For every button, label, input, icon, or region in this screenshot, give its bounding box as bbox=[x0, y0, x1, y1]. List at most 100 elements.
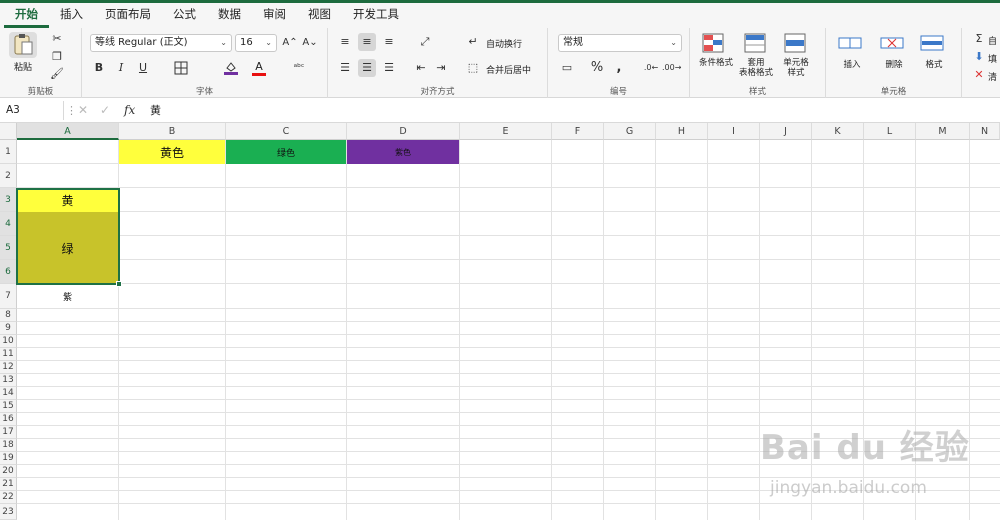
autosum-button[interactable]: 自 bbox=[988, 34, 997, 47]
row-header-3[interactable]: 3 bbox=[0, 188, 17, 212]
column-header-B[interactable]: B bbox=[119, 123, 226, 140]
formula-input[interactable]: 黄 bbox=[150, 101, 161, 120]
column-header-H[interactable]: H bbox=[656, 123, 708, 140]
copy-icon[interactable]: ❐ bbox=[48, 48, 66, 66]
align-top-icon[interactable]: ≡ bbox=[336, 33, 354, 51]
tab-formulas[interactable]: 公式 bbox=[162, 3, 207, 28]
row-header-17[interactable]: 17 bbox=[0, 426, 17, 439]
column-header-M[interactable]: M bbox=[916, 123, 970, 140]
cell-A3[interactable]: 黄 bbox=[17, 188, 118, 212]
format-as-table-icon[interactable] bbox=[744, 32, 768, 54]
row-header-11[interactable]: 11 bbox=[0, 348, 17, 361]
borders-icon[interactable] bbox=[172, 59, 190, 77]
underline-button[interactable]: U bbox=[134, 59, 152, 77]
row-header-22[interactable]: 22 bbox=[0, 491, 17, 504]
cell-styles-label-2[interactable]: 样式 bbox=[776, 68, 816, 78]
accounting-icon[interactable]: ▭ bbox=[558, 59, 576, 77]
comma-icon[interactable]: , bbox=[610, 59, 628, 77]
increase-font-icon[interactable]: A⌃ bbox=[281, 34, 299, 52]
row-header-18[interactable]: 18 bbox=[0, 439, 17, 452]
name-box[interactable]: A3 bbox=[2, 101, 64, 120]
merge-center-button[interactable]: 合并后居中 bbox=[486, 63, 531, 76]
cell-A4-A6[interactable]: 绿 bbox=[17, 212, 118, 284]
cell-A7[interactable]: 紫 bbox=[17, 284, 118, 308]
clear-button[interactable]: 清 bbox=[988, 70, 997, 83]
row-header-23[interactable]: 23 bbox=[0, 504, 17, 520]
align-left-icon[interactable]: ☰ bbox=[336, 59, 354, 77]
fill-icon[interactable]: ⬇ bbox=[970, 48, 988, 66]
row-header-6[interactable]: 6 bbox=[0, 260, 17, 284]
conditional-formatting-button[interactable]: 条件格式 bbox=[694, 58, 738, 68]
format-painter-icon[interactable]: 🖌 bbox=[48, 65, 66, 83]
cell-styles-label-1[interactable]: 单元格 bbox=[776, 58, 816, 68]
bold-button[interactable]: B bbox=[90, 59, 108, 77]
column-header-K[interactable]: K bbox=[812, 123, 864, 140]
select-all-corner[interactable] bbox=[0, 123, 17, 140]
format-as-table-label-1[interactable]: 套用 bbox=[734, 58, 778, 68]
wrap-text-button[interactable]: 自动换行 bbox=[486, 37, 522, 50]
format-as-table-label-2[interactable]: 表格格式 bbox=[734, 68, 778, 78]
cancel-icon[interactable]: ✕ bbox=[78, 101, 88, 120]
column-header-C[interactable]: C bbox=[226, 123, 347, 140]
number-format-select[interactable]: 常规 ⌄ bbox=[558, 34, 682, 52]
row-header-21[interactable]: 21 bbox=[0, 478, 17, 491]
tab-page-layout[interactable]: 页面布局 bbox=[94, 3, 162, 28]
tab-insert[interactable]: 插入 bbox=[49, 3, 94, 28]
tab-home[interactable]: 开始 bbox=[4, 3, 49, 28]
column-header-N[interactable]: N bbox=[970, 123, 1000, 140]
fill-handle[interactable] bbox=[116, 281, 122, 287]
font-color-button[interactable]: A bbox=[250, 58, 268, 76]
cell-D1[interactable]: 紫色 bbox=[347, 140, 459, 164]
row-header-19[interactable]: 19 bbox=[0, 452, 17, 465]
increase-indent-icon[interactable]: ⇥ bbox=[432, 59, 450, 77]
row-header-20[interactable]: 20 bbox=[0, 465, 17, 478]
row-header-8[interactable]: 8 bbox=[0, 309, 17, 322]
italic-button[interactable]: I bbox=[112, 59, 130, 77]
merge-center-icon[interactable]: ⬚ bbox=[464, 59, 482, 77]
row-header-7[interactable]: 7 bbox=[0, 284, 17, 309]
enter-icon[interactable]: ✓ bbox=[100, 101, 110, 120]
wrap-text-icon[interactable]: ↵ bbox=[464, 33, 482, 51]
align-middle-icon[interactable]: ≡ bbox=[358, 33, 376, 51]
column-header-D[interactable]: D bbox=[347, 123, 460, 140]
conditional-formatting-icon[interactable] bbox=[702, 32, 726, 54]
align-right-icon[interactable]: ☰ bbox=[380, 59, 398, 77]
insert-cells-icon[interactable] bbox=[838, 34, 864, 52]
column-header-I[interactable]: I bbox=[708, 123, 760, 140]
tab-developer[interactable]: 开发工具 bbox=[342, 3, 410, 28]
row-header-10[interactable]: 10 bbox=[0, 335, 17, 348]
format-cells-icon[interactable] bbox=[920, 34, 946, 52]
insert-cells-button[interactable]: 插入 bbox=[832, 60, 872, 70]
row-header-16[interactable]: 16 bbox=[0, 413, 17, 426]
autosum-icon[interactable]: Σ bbox=[970, 30, 988, 48]
column-header-G[interactable]: G bbox=[604, 123, 656, 140]
align-bottom-icon[interactable]: ≡ bbox=[380, 33, 398, 51]
row-header-1[interactable]: 1 bbox=[0, 140, 17, 164]
row-header-13[interactable]: 13 bbox=[0, 374, 17, 387]
fill-color-icon[interactable] bbox=[222, 59, 240, 77]
align-center-icon[interactable]: ☰ bbox=[358, 59, 376, 77]
column-header-L[interactable]: L bbox=[864, 123, 916, 140]
increase-decimal-icon[interactable]: .0← bbox=[642, 59, 660, 77]
cell-C1[interactable]: 绿色 bbox=[226, 140, 346, 164]
tab-review[interactable]: 审阅 bbox=[252, 3, 297, 28]
row-header-9[interactable]: 9 bbox=[0, 322, 17, 335]
tab-data[interactable]: 数据 bbox=[207, 3, 252, 28]
paste-button[interactable] bbox=[9, 32, 37, 58]
column-header-E[interactable]: E bbox=[460, 123, 552, 140]
percent-icon[interactable]: % bbox=[588, 59, 606, 77]
tab-view[interactable]: 视图 bbox=[297, 3, 342, 28]
format-cells-button[interactable]: 格式 bbox=[914, 60, 954, 70]
orientation-icon[interactable]: ⤢ bbox=[416, 33, 434, 51]
font-family-select[interactable]: 等线 Regular (正文) ⌄ bbox=[90, 34, 232, 52]
row-header-15[interactable]: 15 bbox=[0, 400, 17, 413]
cell-styles-icon[interactable] bbox=[784, 32, 808, 54]
row-header-12[interactable]: 12 bbox=[0, 361, 17, 374]
column-header-F[interactable]: F bbox=[552, 123, 604, 140]
font-size-select[interactable]: 16 ⌄ bbox=[235, 34, 277, 52]
clear-icon[interactable]: ✕ bbox=[970, 66, 988, 84]
column-header-J[interactable]: J bbox=[760, 123, 812, 140]
cut-icon[interactable]: ✂ bbox=[48, 30, 66, 48]
column-header-A[interactable]: A bbox=[17, 123, 119, 140]
row-header-4[interactable]: 4 bbox=[0, 212, 17, 236]
